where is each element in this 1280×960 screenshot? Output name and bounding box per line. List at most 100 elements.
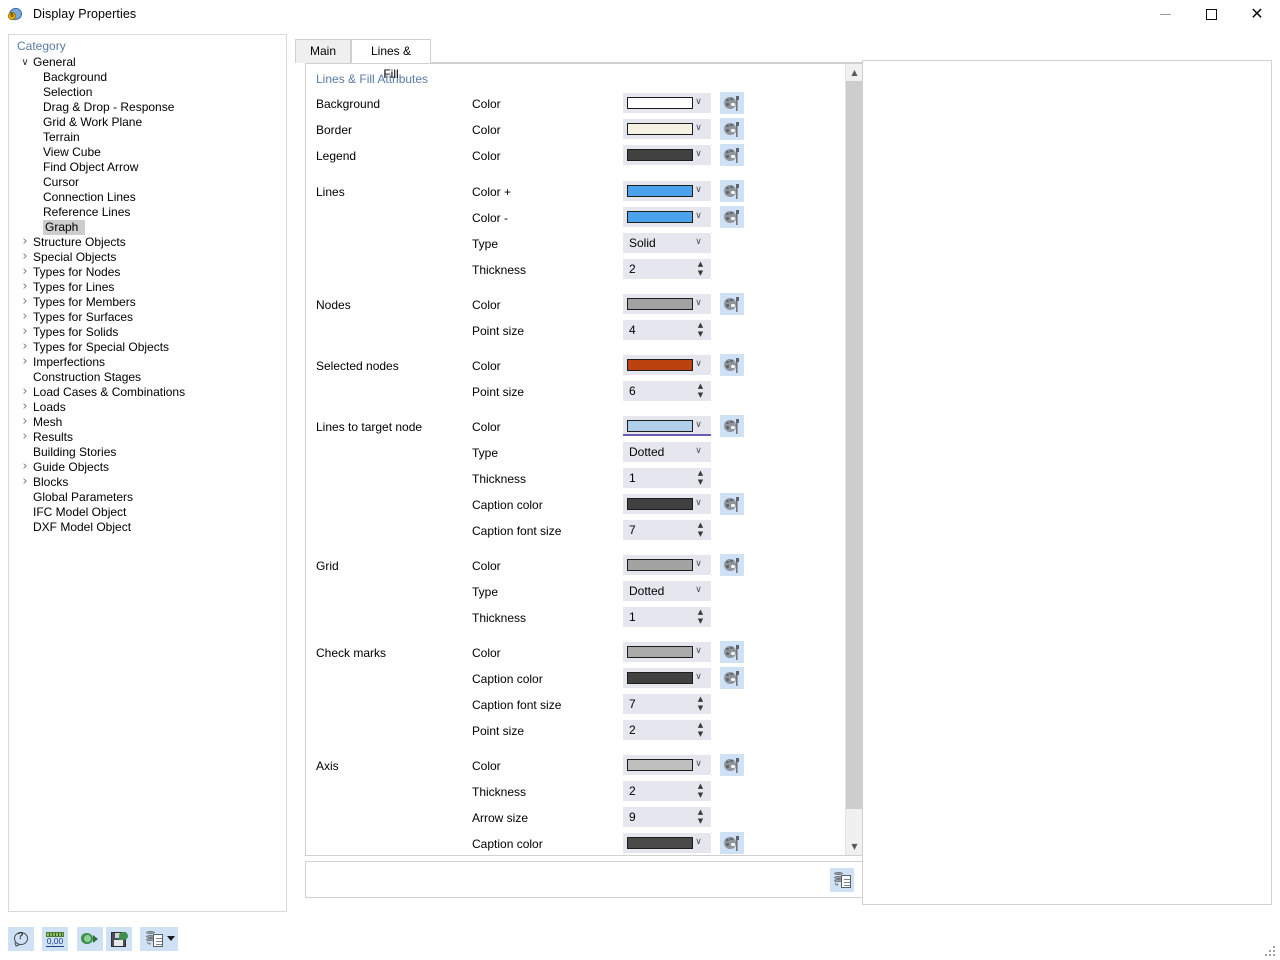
sidebar-item-graph[interactable]: Graph xyxy=(9,220,286,235)
sidebar-item-grid-work-plane[interactable]: Grid & Work Plane xyxy=(9,115,286,130)
sidebar-item-types-for-surfaces[interactable]: Types for Surfaces xyxy=(9,310,286,325)
sidebar-item-guide-objects[interactable]: Guide Objects xyxy=(9,460,286,475)
number-stepper[interactable]: 2 xyxy=(623,720,711,740)
sidebar-item-terrain[interactable]: Terrain xyxy=(9,130,286,145)
stepper-down-icon[interactable] xyxy=(696,479,705,486)
stepper-down-icon[interactable] xyxy=(696,705,705,712)
color-combobox[interactable] xyxy=(623,119,711,139)
number-stepper[interactable]: 7 xyxy=(623,694,711,714)
panel-scrollbar[interactable] xyxy=(845,64,862,855)
stepper-down-icon[interactable] xyxy=(696,270,705,277)
stepper-down-icon[interactable] xyxy=(696,618,705,625)
color-palette-button[interactable] xyxy=(720,832,744,854)
sidebar-item-general[interactable]: General xyxy=(9,55,286,70)
chevron-down-icon[interactable] xyxy=(693,672,704,683)
sidebar-item-dxf-model-object[interactable]: DXF Model Object xyxy=(9,520,286,535)
color-combobox[interactable] xyxy=(623,145,711,165)
sidebar-item-imperfections[interactable]: Imperfections xyxy=(9,355,286,370)
scrollbar-thumb[interactable] xyxy=(846,81,863,809)
color-palette-button[interactable] xyxy=(720,180,744,202)
sidebar-item-ifc-model-object[interactable]: IFC Model Object xyxy=(9,505,286,520)
color-combobox[interactable] xyxy=(623,181,711,201)
sidebar-item-background[interactable]: Background xyxy=(9,70,286,85)
chevron-down-icon[interactable] xyxy=(17,55,33,71)
sidebar-item-types-for-lines[interactable]: Types for Lines xyxy=(9,280,286,295)
chevron-down-icon[interactable] xyxy=(693,585,704,596)
chevron-right-icon[interactable] xyxy=(17,474,33,491)
stepper-down-icon[interactable] xyxy=(696,818,705,825)
minimize-button[interactable] xyxy=(1142,0,1188,28)
stepper-up-icon[interactable] xyxy=(696,322,705,329)
number-stepper[interactable]: 1 xyxy=(623,468,711,488)
sidebar-item-find-object-arrow[interactable]: Find Object Arrow xyxy=(9,160,286,175)
color-palette-button[interactable] xyxy=(720,354,744,376)
scroll-up-icon[interactable] xyxy=(846,64,863,81)
stepper-up-icon[interactable] xyxy=(696,261,705,268)
color-palette-button[interactable] xyxy=(720,415,744,437)
color-combobox[interactable] xyxy=(623,294,711,314)
chevron-right-icon[interactable] xyxy=(17,354,33,371)
color-palette-button[interactable] xyxy=(720,293,744,315)
color-combobox[interactable] xyxy=(623,642,711,662)
resize-grip[interactable] xyxy=(1265,946,1277,958)
tab-lines-and-fill[interactable]: Lines & Fill xyxy=(351,39,431,63)
color-palette-button[interactable] xyxy=(720,118,744,140)
stepper-down-icon[interactable] xyxy=(696,792,705,799)
color-palette-button[interactable] xyxy=(720,667,744,689)
color-combobox[interactable] xyxy=(623,207,711,227)
color-combobox[interactable] xyxy=(623,93,711,113)
color-palette-button[interactable] xyxy=(720,554,744,576)
color-palette-button[interactable] xyxy=(720,754,744,776)
sidebar-item-types-for-solids[interactable]: Types for Solids xyxy=(9,325,286,340)
color-palette-button[interactable] xyxy=(720,641,744,663)
sidebar-item-special-objects[interactable]: Special Objects xyxy=(9,250,286,265)
sidebar-item-structure-objects[interactable]: Structure Objects xyxy=(9,235,286,250)
chevron-down-icon[interactable] xyxy=(693,359,704,370)
color-combobox[interactable] xyxy=(623,355,711,375)
sidebar-item-global-parameters[interactable]: Global Parameters xyxy=(9,490,286,505)
chevron-down-icon[interactable] xyxy=(693,498,704,509)
line-type-select[interactable]: Dotted xyxy=(623,581,711,601)
category-tree[interactable]: GeneralBackgroundSelectionDrag & Drop - … xyxy=(9,55,286,535)
sidebar-item-types-for-special-objects[interactable]: Types for Special Objects xyxy=(9,340,286,355)
help-button[interactable]: ? xyxy=(8,927,34,951)
chevron-down-icon[interactable] xyxy=(693,149,704,160)
sidebar-item-types-for-members[interactable]: Types for Members xyxy=(9,295,286,310)
chevron-down-icon[interactable] xyxy=(693,420,704,431)
color-combobox[interactable] xyxy=(623,416,711,436)
chevron-down-icon[interactable] xyxy=(693,298,704,309)
close-icon[interactable]: ✕ xyxy=(1234,0,1280,28)
chevron-right-icon[interactable] xyxy=(17,429,33,446)
chevron-down-icon[interactable] xyxy=(693,646,704,657)
stepper-up-icon[interactable] xyxy=(696,470,705,477)
number-stepper[interactable]: 4 xyxy=(623,320,711,340)
line-type-select[interactable]: Dotted xyxy=(623,442,711,462)
chevron-down-icon[interactable] xyxy=(693,759,704,770)
number-stepper[interactable]: 2 xyxy=(623,781,711,801)
chevron-down-icon[interactable] xyxy=(693,211,704,222)
sidebar-item-loads[interactable]: Loads xyxy=(9,400,286,415)
database-export-dropdown-button[interactable] xyxy=(140,927,178,951)
color-palette-button[interactable] xyxy=(720,206,744,228)
sidebar-item-results[interactable]: Results xyxy=(9,430,286,445)
number-stepper[interactable]: 1 xyxy=(623,607,711,627)
number-stepper[interactable]: 2 xyxy=(623,259,711,279)
chevron-down-icon[interactable] xyxy=(693,559,704,570)
number-stepper[interactable]: 7 xyxy=(623,520,711,540)
stepper-up-icon[interactable] xyxy=(696,383,705,390)
stepper-down-icon[interactable] xyxy=(696,731,705,738)
color-combobox[interactable] xyxy=(623,555,711,575)
scroll-down-icon[interactable] xyxy=(846,838,863,855)
sidebar-item-drag-drop-response[interactable]: Drag & Drop - Response xyxy=(9,100,286,115)
stepper-up-icon[interactable] xyxy=(696,783,705,790)
number-stepper[interactable]: 9 xyxy=(623,807,711,827)
sidebar-item-load-cases-combinations[interactable]: Load Cases & Combinations xyxy=(9,385,286,400)
color-combobox[interactable] xyxy=(623,833,711,853)
stepper-up-icon[interactable] xyxy=(696,722,705,729)
color-combobox[interactable] xyxy=(623,668,711,688)
import-button[interactable] xyxy=(77,927,103,951)
stepper-up-icon[interactable] xyxy=(696,696,705,703)
color-combobox[interactable] xyxy=(623,494,711,514)
sidebar-item-mesh[interactable]: Mesh xyxy=(9,415,286,430)
color-palette-button[interactable] xyxy=(720,493,744,515)
